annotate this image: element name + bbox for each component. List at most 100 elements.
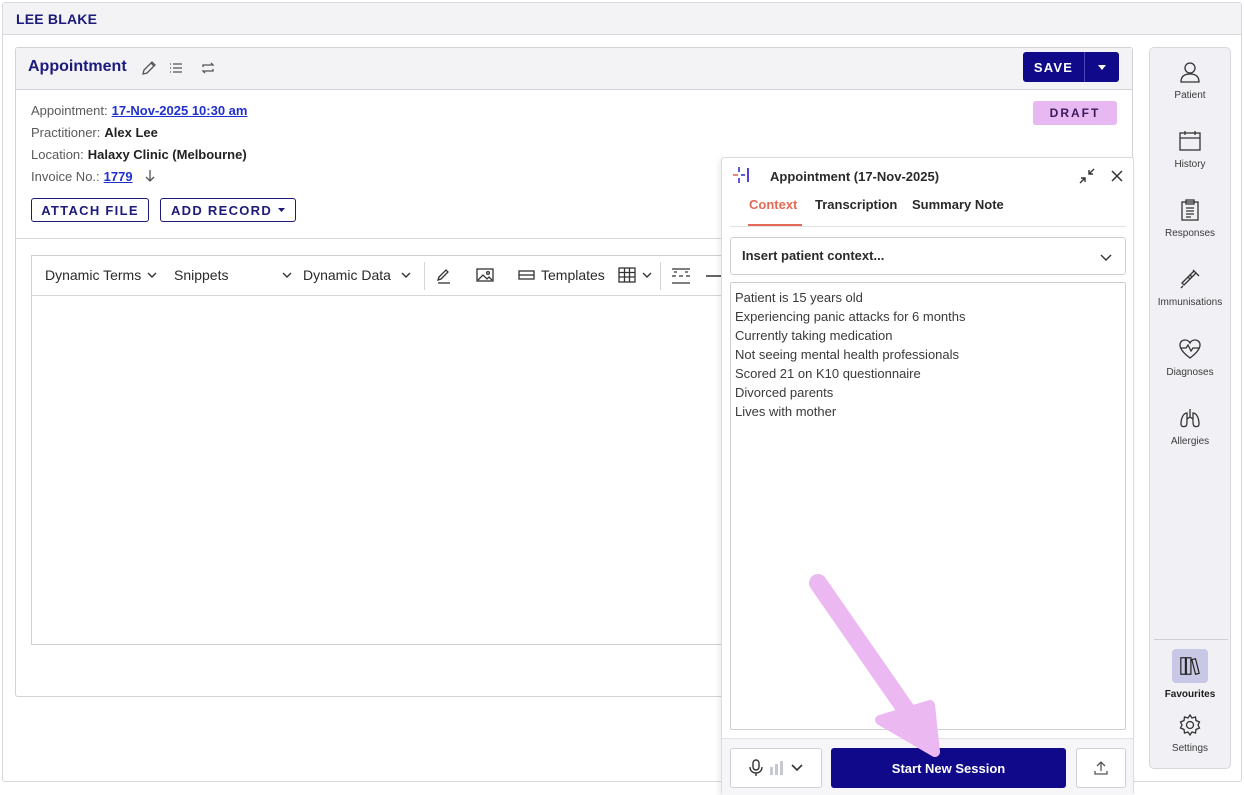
save-button[interactable]: SAVE <box>1023 52 1085 82</box>
add-record-label: ADD RECORD <box>170 202 273 218</box>
toolbar-separator <box>660 262 661 290</box>
dynamic-terms-dropdown[interactable]: Dynamic Terms <box>45 267 157 283</box>
gear-icon <box>1179 713 1201 737</box>
dynamic-terms-label: Dynamic Terms <box>45 267 142 283</box>
chevron-down-icon <box>1100 254 1112 261</box>
chevron-down-icon <box>401 272 411 278</box>
audio-level-icon <box>770 761 783 775</box>
chevron-down-icon <box>791 764 803 772</box>
sidebar-item-label: Diagnoses <box>1166 367 1214 378</box>
upload-icon <box>1094 761 1108 775</box>
tab-context[interactable]: Context <box>749 197 797 212</box>
practitioner-row: Practitioner: Alex Lee <box>31 125 158 140</box>
sidebar-item-label: Patient <box>1174 90 1206 101</box>
save-dropdown-button[interactable] <box>1085 52 1119 82</box>
start-new-session-button[interactable]: Start New Session <box>831 748 1066 788</box>
context-line: Experiencing panic attacks for 6 months <box>735 309 966 324</box>
sidebar-item-label: Favourites <box>1164 689 1216 700</box>
context-textarea[interactable]: Patient is 15 years old Experiencing pan… <box>730 282 1126 730</box>
sidebar-item-patient[interactable]: Patient <box>1150 60 1230 101</box>
table-icon <box>618 267 636 283</box>
attach-file-button[interactable]: ATTACH FILE <box>31 198 149 222</box>
sidebar-item-label: Allergies <box>1170 436 1210 447</box>
books-icon <box>1180 657 1200 675</box>
dynamic-data-dropdown[interactable]: Dynamic Data <box>303 267 411 283</box>
rail-divider <box>1154 639 1228 640</box>
image-icon[interactable] <box>476 267 494 283</box>
favourites-highlight <box>1172 649 1208 683</box>
microphone-icon <box>749 759 763 776</box>
appointment-date-label: Appointment: <box>31 103 108 118</box>
templates-button[interactable]: Templates <box>518 267 605 283</box>
practitioner-value: Alex Lee <box>104 125 158 140</box>
snippets-dropdown[interactable]: Snippets <box>174 267 292 283</box>
side-navigation: Patient History Responses Immunisations … <box>1149 47 1231 769</box>
sidebar-item-settings[interactable]: Settings <box>1150 713 1230 754</box>
sidebar-item-allergies[interactable]: Allergies <box>1150 406 1230 447</box>
context-select-value: Insert patient context... <box>742 248 885 263</box>
table-dropdown[interactable] <box>618 267 652 283</box>
microphone-select-button[interactable] <box>730 748 822 788</box>
context-line: Scored 21 on K10 questionnaire <box>735 366 921 381</box>
patient-context-select[interactable]: Insert patient context... <box>730 237 1126 275</box>
context-line: Lives with mother <box>735 404 837 419</box>
tabs-divider <box>730 226 1126 227</box>
templates-icon <box>518 270 535 280</box>
add-record-button[interactable]: ADD RECORD <box>160 198 296 222</box>
arrow-down-icon[interactable] <box>144 169 156 183</box>
sidebar-item-diagnoses[interactable]: Diagnoses <box>1150 337 1230 378</box>
dynamic-data-label: Dynamic Data <box>303 267 391 283</box>
lungs-icon <box>1180 409 1200 428</box>
panel-title: Appointment (17-Nov-2025) <box>770 169 940 184</box>
context-line: Patient is 15 years old <box>735 290 863 305</box>
context-line: Divorced parents <box>735 385 834 400</box>
ai-scribe-panel: Appointment (17-Nov-2025) Context Transc… <box>721 157 1134 795</box>
page-break-icon[interactable] <box>670 267 692 285</box>
sidebar-item-immunisations[interactable]: Immunisations <box>1150 267 1230 308</box>
location-row: Location: Halaxy Clinic (Melbourne) <box>31 147 247 162</box>
caret-down-icon <box>278 208 286 212</box>
toolbar-separator <box>424 262 425 290</box>
draw-pen-icon[interactable] <box>435 267 453 285</box>
tab-summary-note[interactable]: Summary Note <box>912 197 1004 212</box>
repeat-icon[interactable] <box>199 59 217 77</box>
edit-pencil-icon[interactable] <box>140 59 158 77</box>
calendar-icon <box>1179 131 1201 151</box>
practitioner-label: Practitioner: <box>31 125 101 140</box>
sidebar-item-label: Settings <box>1171 743 1209 754</box>
sidebar-item-history[interactable]: History <box>1150 129 1230 170</box>
invoice-label: Invoice No.: <box>31 169 100 184</box>
heart-pulse-icon <box>1179 339 1201 359</box>
save-button-group: SAVE <box>1023 52 1119 82</box>
chevron-down-icon <box>642 272 652 278</box>
editor-toolbar: Dynamic Terms Snippets Dynamic Data Temp… <box>32 256 750 296</box>
context-line: Currently taking medication <box>735 328 893 343</box>
tab-transcription[interactable]: Transcription <box>815 197 897 212</box>
scribe-logo-icon <box>732 166 750 184</box>
appointment-header: Appointment SAVE <box>16 48 1132 90</box>
appointment-date-row: Appointment: 17-Nov-2025 10:30 am <box>31 103 247 118</box>
sidebar-item-label: History <box>1174 159 1206 170</box>
patient-name: LEE BLAKE <box>16 11 98 27</box>
appointment-date-link[interactable]: 17-Nov-2025 10:30 am <box>112 103 248 118</box>
minimize-icon[interactable] <box>1079 168 1095 184</box>
invoice-row: Invoice No.: 1779 <box>31 169 156 184</box>
invoice-link[interactable]: 1779 <box>104 169 133 184</box>
sidebar-item-label: Responses <box>1164 228 1216 239</box>
note-editor[interactable]: Dynamic Terms Snippets Dynamic Data Temp… <box>31 255 751 645</box>
sidebar-item-responses[interactable]: Responses <box>1150 198 1230 239</box>
session-controls: Start New Session <box>722 738 1133 795</box>
sidebar-item-favourites[interactable]: Favourites <box>1150 649 1230 700</box>
chevron-down-icon <box>282 272 292 278</box>
sidebar-item-label: Immunisations <box>1157 297 1223 308</box>
list-icon[interactable] <box>167 59 185 77</box>
snippets-label: Snippets <box>174 267 229 283</box>
templates-label: Templates <box>541 267 605 283</box>
upload-button[interactable] <box>1076 748 1126 788</box>
context-line: Not seeing mental health professionals <box>735 347 960 362</box>
person-icon <box>1180 62 1200 83</box>
clipboard-icon <box>1181 199 1199 221</box>
location-label: Location: <box>31 147 84 162</box>
appointment-title: Appointment <box>28 58 127 75</box>
close-icon[interactable] <box>1109 168 1125 184</box>
